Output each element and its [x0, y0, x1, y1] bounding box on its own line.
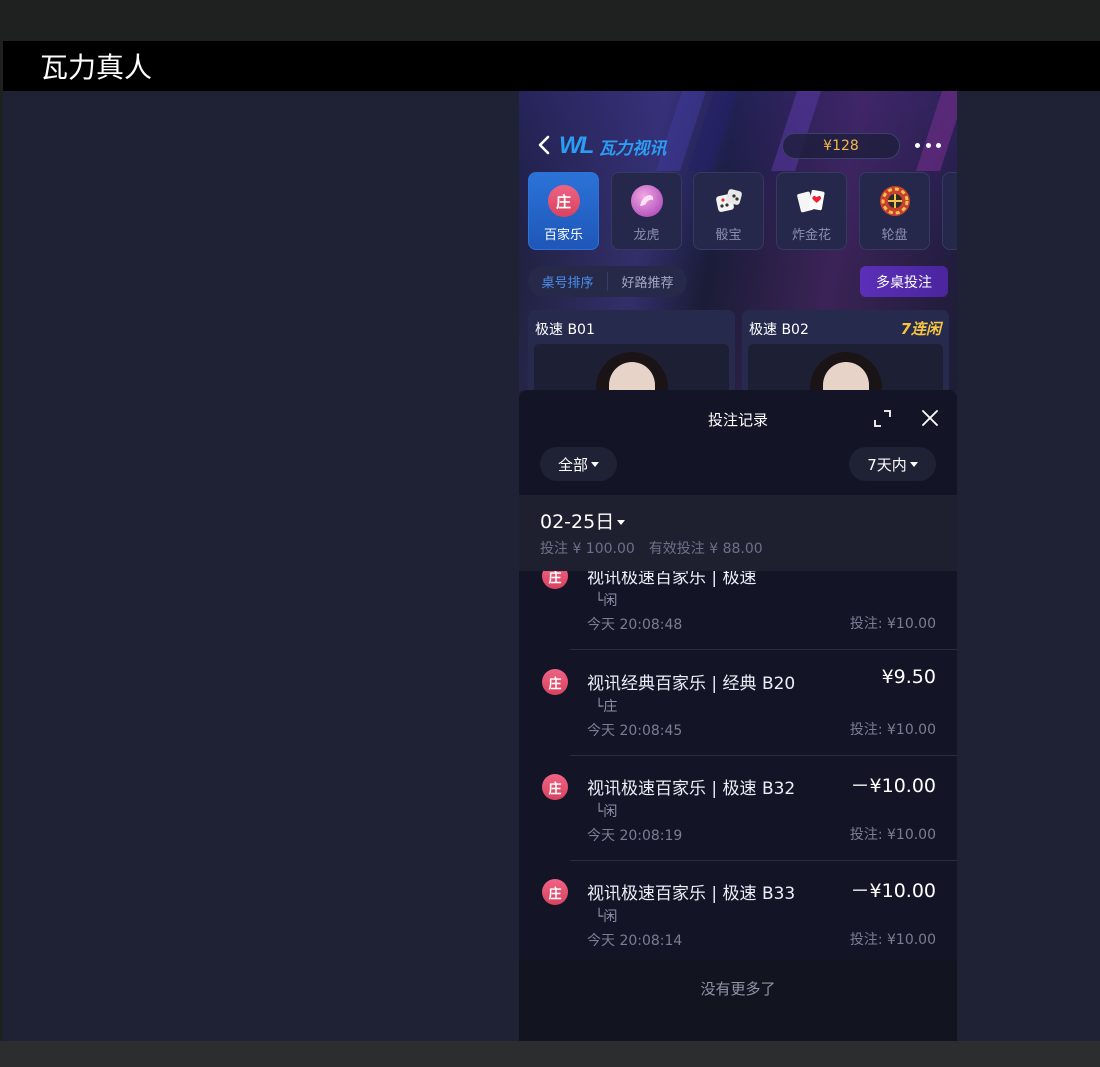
window-titlebar: 瓦力真人	[3, 41, 1100, 91]
record-pick: └闲	[595, 804, 618, 820]
date-selector[interactable]: 02-25日	[540, 507, 626, 534]
banker-icon: 庄	[542, 669, 568, 695]
logo-text: 瓦力视讯	[598, 138, 667, 159]
record-amount: ¥9.50	[881, 666, 936, 688]
dragon-icon	[630, 185, 663, 217]
bet-records-sheet: 投注记录 全部 7天内 02-25日 投注 ¥ 100.00 有效投注 ¥ 88.…	[519, 390, 957, 1041]
expand-icon[interactable]	[874, 410, 891, 427]
record-title: 视讯极速百家乐 | 极速 B32	[587, 779, 796, 799]
record-bet: 投注: ¥10.00	[849, 932, 936, 948]
record-bet: 投注: ¥10.00	[849, 616, 936, 632]
record-item[interactable]: 庄 视讯经典百家乐 | 经典 B20 ¥9.50 └庄 今天 20:08:45 …	[519, 651, 957, 756]
window-title: 瓦力真人	[40, 51, 153, 84]
sheet-title: 投注记录	[707, 411, 768, 429]
tab-label: 骰宝	[715, 228, 742, 243]
record-amount: －¥10.00	[850, 775, 936, 797]
top-bar: WL 瓦力视讯 ¥128	[519, 129, 957, 161]
record-item[interactable]: 庄 视讯极速百家乐 | 极速 B33 －¥10.00 └闲 今天 20:08:1…	[519, 861, 957, 951]
tab-zhajinhua[interactable]: 炸金花	[776, 172, 847, 250]
back-icon[interactable]	[535, 133, 555, 157]
record-time: 今天 20:08:14	[587, 933, 683, 949]
date-label: 02-25日	[540, 511, 615, 533]
record-pick: └闲	[595, 593, 618, 609]
table-name: 极速 B02	[749, 322, 809, 338]
dice-icon	[713, 185, 745, 217]
sort-by-table-tab[interactable]: 桌号排序	[528, 272, 607, 291]
roulette-icon	[879, 185, 911, 217]
brand-logo: WL 瓦力视讯	[559, 132, 666, 160]
record-title: 视讯经典百家乐 | 经典 B20	[587, 674, 796, 694]
list-end-footer: 没有更多了	[519, 959, 957, 1041]
record-item[interactable]: 庄 视讯极速百家乐 | 极速 └闲 今天 20:08:48 投注: ¥10.00	[519, 571, 957, 650]
divider	[570, 649, 957, 650]
multi-table-bet-button[interactable]: 多桌投注	[860, 266, 948, 297]
bottom-strip	[0, 1041, 1100, 1067]
chevron-down-icon	[591, 461, 599, 467]
banker-icon: 庄	[542, 774, 568, 800]
table-name: 极速 B01	[535, 322, 595, 338]
record-time: 今天 20:08:48	[587, 617, 683, 633]
record-pick: └庄	[595, 699, 618, 715]
banker-icon: 庄	[542, 879, 568, 905]
summary-bet: 投注 ¥ 100.00	[540, 541, 635, 557]
type-filter-dropdown[interactable]: 全部	[540, 447, 617, 481]
record-bet: 投注: ¥10.00	[849, 827, 936, 843]
record-time: 今天 20:08:45	[587, 723, 683, 739]
record-title: 视讯极速百家乐 | 极速 B33	[587, 884, 796, 904]
streak-badge: 7连闲	[900, 320, 941, 338]
mobile-viewport: WL 瓦力视讯 ¥128 庄 百家乐 龙虎 骰宝 炸金花 轮盘 桌号排序 好路推…	[519, 91, 957, 1041]
balance-badge[interactable]: ¥128	[782, 133, 900, 159]
type-filter-value: 全部	[557, 455, 588, 474]
sort-segmented-control: 桌号排序 好路推荐	[528, 266, 687, 297]
logo-mark: WL	[559, 132, 594, 159]
more-menu-icon[interactable]	[915, 135, 941, 155]
date-group-header: 02-25日 投注 ¥ 100.00 有效投注 ¥ 88.00	[519, 495, 957, 571]
record-title: 视讯极速百家乐 | 极速	[587, 571, 757, 588]
sort-good-road-tab[interactable]: 好路推荐	[607, 272, 687, 291]
period-filter-value: 7天内	[867, 455, 907, 474]
record-amount: －¥10.00	[850, 880, 936, 902]
period-filter-dropdown[interactable]: 7天内	[849, 447, 936, 481]
bet-summary: 投注 ¥ 100.00 有效投注 ¥ 88.00	[540, 538, 763, 558]
record-item[interactable]: 庄 视讯极速百家乐 | 极速 B32 －¥10.00 └闲 今天 20:08:1…	[519, 756, 957, 861]
chevron-down-icon	[909, 461, 918, 467]
tab-baccarat[interactable]: 庄 百家乐	[528, 172, 599, 250]
record-time: 今天 20:08:19	[587, 828, 683, 844]
tab-dragon-tiger[interactable]: 龙虎	[611, 172, 682, 250]
no-more-text: 没有更多了	[700, 980, 776, 998]
tab-sicbo[interactable]: 骰宝	[693, 172, 764, 250]
close-icon[interactable]	[921, 409, 939, 427]
tab-label: 轮盘	[881, 228, 908, 243]
record-bet: 投注: ¥10.00	[849, 722, 936, 738]
records-list[interactable]: 庄 视讯极速百家乐 | 极速 └闲 今天 20:08:48 投注: ¥10.00…	[519, 571, 957, 951]
tab-label: 炸金花	[791, 228, 831, 243]
tab-label: 龙虎	[633, 228, 660, 243]
game-category-tabs: 庄 百家乐 龙虎 骰宝 炸金花 轮盘	[528, 172, 957, 252]
record-pick: └闲	[595, 909, 618, 925]
banker-icon: 庄	[542, 571, 568, 589]
summary-valid-bet: 有效投注 ¥ 88.00	[648, 541, 763, 557]
tab-more[interactable]	[942, 172, 957, 250]
chevron-down-icon	[617, 520, 626, 525]
tab-roulette[interactable]: 轮盘	[859, 172, 930, 250]
cards-icon	[796, 185, 828, 217]
tab-label: 百家乐	[543, 228, 583, 243]
banker-icon: 庄	[547, 185, 580, 217]
